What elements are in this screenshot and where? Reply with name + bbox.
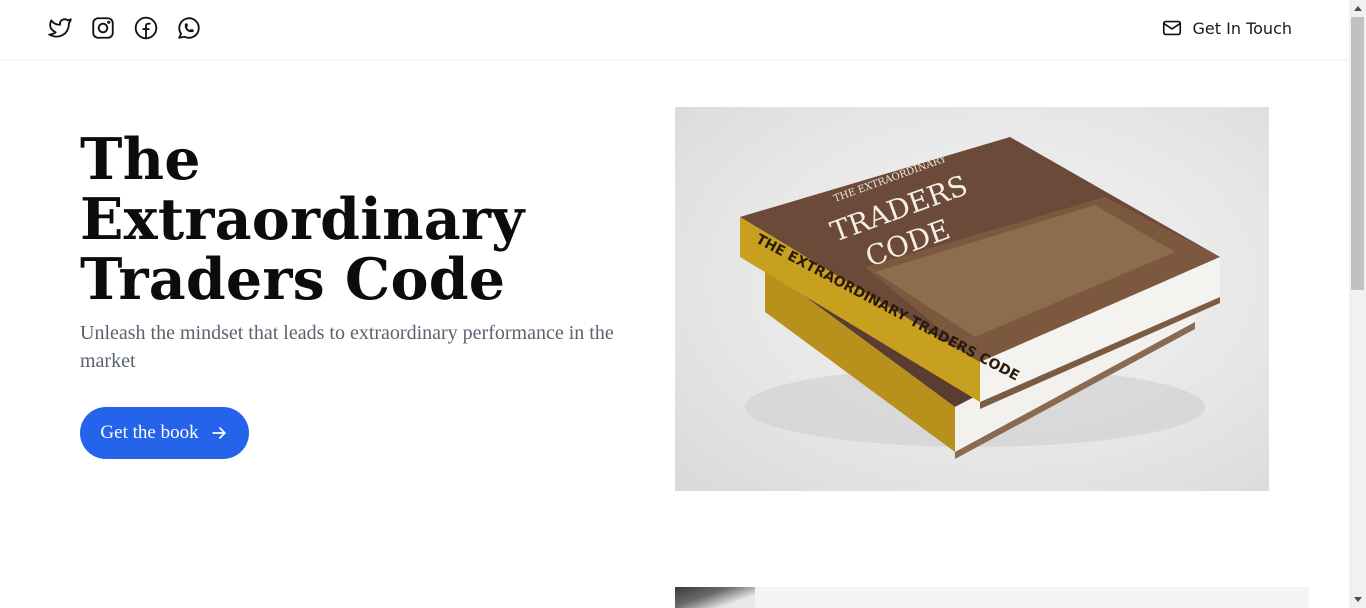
book-illustration: THE EXTRAORDINARY TRADERS CODE THE EXTRA… <box>740 137 1220 459</box>
scrollbar-thumb[interactable] <box>1351 17 1364 290</box>
hero-title-line-2: Extraordinary <box>80 186 525 253</box>
hero-title-line-3: Traders Code <box>80 246 506 313</box>
top-book: THE EXTRAORDINARY TRADERS CODE THE EXTRA… <box>740 137 1220 409</box>
get-in-touch-link[interactable]: Get In Touch <box>1161 17 1292 39</box>
social-links <box>47 15 202 41</box>
instagram-icon[interactable] <box>90 15 116 41</box>
vertical-scrollbar[interactable] <box>1349 0 1366 608</box>
second-section-image <box>675 587 1309 608</box>
hero-subtitle: Unleash the mindset that leads to extrao… <box>80 322 614 372</box>
mail-icon <box>1162 20 1181 36</box>
top-navigation-bar: Get In Touch <box>0 0 1349 60</box>
hero-title-line-1: The <box>80 126 201 193</box>
get-in-touch-label: Get In Touch <box>1192 18 1292 38</box>
twitter-icon[interactable] <box>47 15 73 41</box>
hero-title: The Extraordinary Traders Code <box>80 130 640 310</box>
arrow-right-icon <box>211 427 226 439</box>
book-cover-image: THE EXTRAORDINARY TRADERS CODE THE EXTRA… <box>675 107 1269 491</box>
get-the-book-label: Get the book <box>100 422 199 443</box>
get-the-book-button[interactable]: Get the book <box>80 407 249 459</box>
whatsapp-icon[interactable] <box>176 15 202 41</box>
facebook-icon[interactable] <box>133 15 159 41</box>
second-image-photo <box>675 587 755 608</box>
scroll-up-arrow-icon[interactable] <box>1349 0 1366 17</box>
scroll-down-arrow-icon[interactable] <box>1349 591 1366 608</box>
